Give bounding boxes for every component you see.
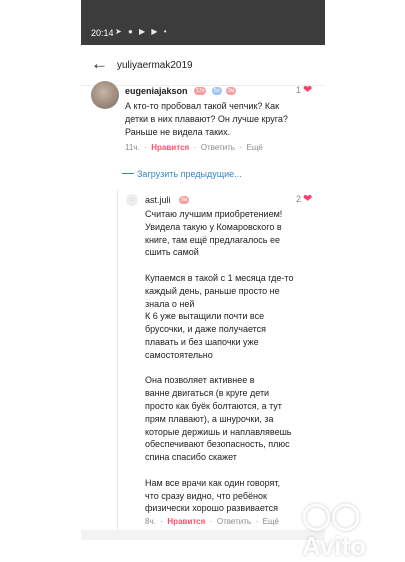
comment-time: 8ч. [145, 517, 156, 526]
youtube-icon: ▶ [151, 27, 160, 36]
header-bar: ← yuliyaermak2019 [81, 45, 325, 86]
comment-line: прям плавают), а шнурочки, за [145, 413, 274, 424]
comment-line: сшить самой [145, 247, 199, 258]
heart-icon[interactable]: ❤ [303, 83, 312, 96]
load-previous-button[interactable]: Загрузить предыдущие... [137, 169, 242, 179]
avito-watermark: ◯◯ Avito [302, 500, 367, 561]
avatar[interactable]: ◌ [126, 194, 138, 206]
comment-meta: 8ч. · Нравится · Ответить · Ещё [145, 517, 279, 526]
comment-line: спина спасибо скажет [145, 452, 237, 463]
like-button[interactable]: Нравится [167, 517, 205, 526]
comment-line: Считаю лучшим приобретением! [145, 209, 283, 219]
comment-line: брусочки, и даже получается [145, 324, 267, 335]
load-previous-line [122, 173, 134, 174]
comment-line: просто как буёк болтаются, а тут [145, 400, 282, 411]
like-count: 2 [296, 194, 302, 204]
comment-body: А кто-то пробовал такой чепчик? Как детк… [125, 100, 288, 138]
comment-line: которые держишь и наплавлявешь [145, 426, 292, 437]
comment-line: А кто-то пробовал такой чепчик? Как [125, 101, 280, 111]
comment-body: Считаю лучшим приобретением! Увидела так… [145, 208, 293, 515]
comment-line: Раньше не видела таких. [125, 126, 231, 137]
comment-line: плавать и без шапочки уже [145, 336, 259, 347]
comment-username[interactable]: ast.juli [145, 195, 171, 205]
comment-line: Увидела такую у Комаровского в [145, 221, 282, 232]
reply-button[interactable]: Ответить [201, 143, 235, 152]
like-button[interactable]: Нравится [151, 143, 189, 152]
comment-line: знала о ней [145, 298, 195, 309]
comment-line [145, 259, 293, 272]
like-count: 1 [296, 85, 302, 95]
comment-line: самостоятельно [145, 349, 213, 360]
left-margin [0, 0, 81, 540]
comment-line: детки в них плавают? Он лучше круга? [125, 113, 288, 124]
reply-button[interactable]: Ответить [217, 517, 251, 526]
comment-line: обеспечивают безопасность, плюс [145, 439, 290, 450]
comment-meta: 11ч. · Нравится · Ответить · Ещё [125, 143, 263, 152]
more-dots-icon: • [163, 27, 169, 36]
watermark-text: Avito [302, 531, 367, 561]
comment-line: К 6 уже вытащили почти все [145, 311, 265, 322]
comment-line: физически хорошо развивается [145, 503, 279, 514]
age-badge: 9м [179, 196, 190, 204]
comment-username[interactable]: eugeniajakson [125, 86, 188, 96]
comment-line: каждый день, раньше просто не [145, 285, 280, 296]
phone-screen: 20:14 ➤ ● ▶ ▶ • ← yuliyaermak2019 eugeni… [81, 0, 325, 540]
youtube-icon: ▶ [139, 27, 148, 36]
comment-line: Она позволяет активнее в [145, 375, 255, 386]
whatsapp-icon: ● [127, 27, 135, 36]
status-icons: ➤ ● ▶ ▶ • [115, 27, 169, 36]
back-arrow-icon[interactable]: ← [91, 54, 108, 74]
heart-icon[interactable]: ❤ [303, 192, 312, 205]
age-badge: 5л [212, 87, 222, 95]
comment-line: Купаемся в такой с 1 месяца где-то [145, 272, 294, 283]
comment-line [145, 362, 293, 375]
thread-line [117, 190, 118, 540]
comment-input-bar[interactable] [81, 530, 325, 540]
comment-time: 11ч. [125, 143, 140, 152]
comment-line [145, 464, 293, 477]
more-button[interactable]: Ещё [246, 143, 262, 152]
status-time: 20:14 [91, 28, 114, 38]
status-bar: 20:14 ➤ ● ▶ ▶ • [81, 0, 325, 45]
avatar[interactable] [91, 81, 119, 109]
age-badge: 17л [194, 87, 207, 95]
telegram-icon: ➤ [115, 27, 124, 36]
comment-line: ванне двигаться (в круге дети [145, 388, 270, 399]
more-button[interactable]: Ещё [263, 517, 279, 526]
comment-line: что сразу видно, что ребёнок [145, 490, 267, 501]
page-title: yuliyaermak2019 [117, 60, 193, 71]
age-badge: 3м [226, 87, 237, 95]
right-margin [325, 0, 405, 540]
comment-line: Нам все врачи как один говорят, [145, 477, 281, 488]
comment-line: книге, там ещё предлагалось ее [145, 234, 280, 245]
